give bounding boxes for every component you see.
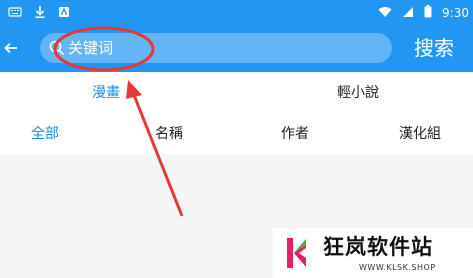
back-arrow-icon (4, 42, 17, 54)
download-icon (34, 5, 46, 22)
search-toolbar: 关键词 搜索 (0, 26, 473, 72)
tab-light-novel[interactable]: 輕小說 (337, 83, 379, 103)
watermark-brand: 狂岚软件站 (323, 235, 433, 259)
watermark-logo-icon (287, 238, 306, 268)
notification-icon (58, 6, 70, 21)
status-right-icons: 9:30 (378, 5, 469, 21)
category-tabs: 漫畫 輕小說 (0, 72, 473, 114)
battery-icon (424, 5, 432, 21)
signal-icon (402, 6, 414, 21)
search-filters: 全部 名稱 作者 漢化組 (0, 114, 473, 154)
watermark-url: WWW.KLSK.SHOP (359, 263, 436, 272)
search-placeholder: 关键词 (68, 39, 114, 57)
back-button[interactable] (0, 36, 22, 60)
search-input[interactable]: 关键词 (40, 33, 392, 63)
wifi-icon (378, 6, 392, 21)
search-button[interactable]: 搜索 (414, 32, 454, 64)
filter-name[interactable]: 名稱 (155, 124, 183, 144)
search-icon (48, 39, 66, 57)
filter-translation-group[interactable]: 漢化組 (399, 124, 441, 144)
status-bar: 9:30 (0, 0, 473, 26)
filter-all[interactable]: 全部 (31, 124, 59, 144)
status-time: 9:30 (442, 6, 469, 20)
keyboard-icon (8, 6, 22, 21)
tab-manga[interactable]: 漫畫 (92, 83, 120, 103)
watermark: 狂岚软件站 WWW.KLSK.SHOP (273, 228, 473, 278)
status-left-icons (8, 5, 70, 22)
filter-author[interactable]: 作者 (281, 124, 309, 144)
